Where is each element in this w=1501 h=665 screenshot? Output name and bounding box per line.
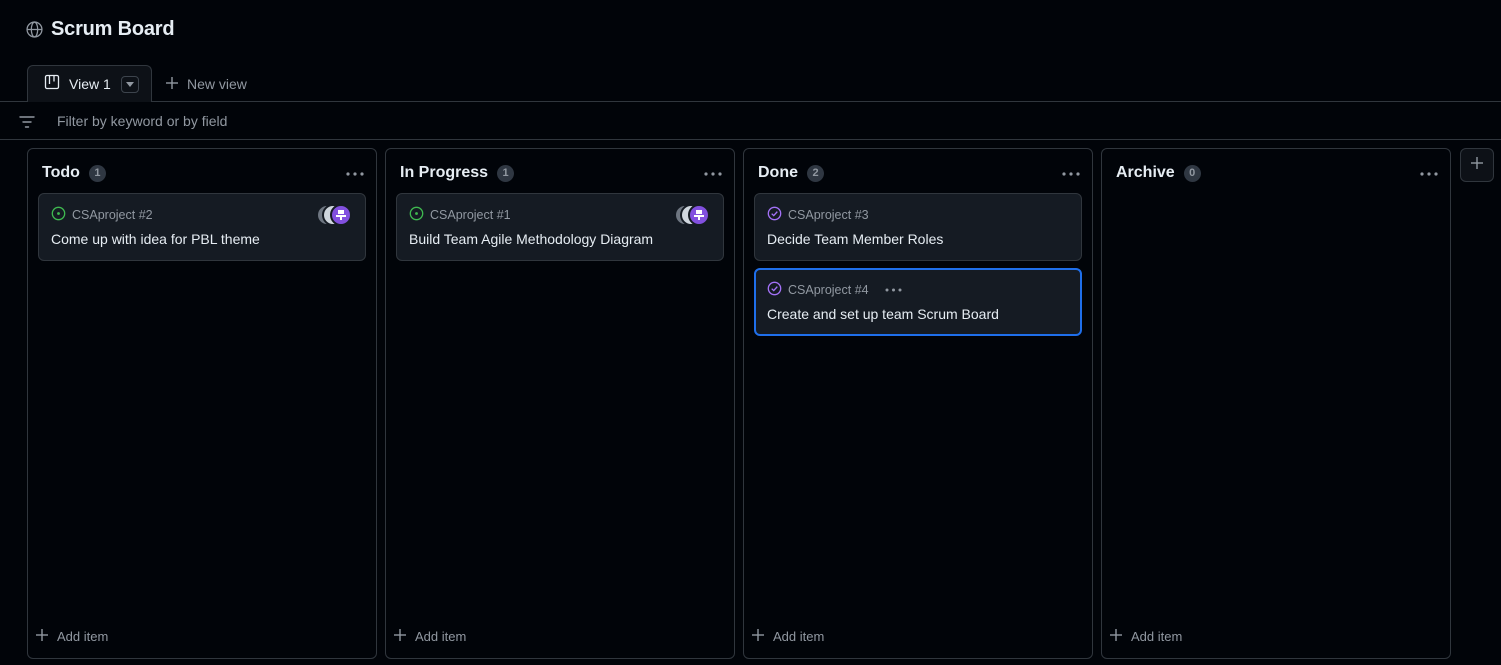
column-count-badge: 2 [807, 164, 824, 182]
column-menu-icon[interactable] [346, 163, 364, 181]
closed-issue-icon [767, 281, 782, 299]
page-header: Scrum Board [0, 0, 1501, 60]
filter-bar: Filter by keyword or by field [0, 102, 1501, 140]
add-column-button[interactable] [1460, 148, 1494, 182]
card-title[interactable]: Create and set up team Scrum Board [767, 306, 999, 322]
column-header: Archive 0 [1116, 164, 1201, 182]
plus-icon [752, 629, 764, 644]
add-item-label: Add item [57, 629, 109, 644]
add-item-button[interactable]: Add item [394, 629, 466, 644]
caret-down-icon [125, 81, 134, 87]
column-name: Archive [1116, 164, 1175, 181]
view-options-dropdown[interactable] [120, 75, 139, 93]
assignee-avatars[interactable] [674, 204, 712, 226]
filter-icon[interactable] [19, 115, 35, 133]
card-meta: CSAproject #3 [767, 206, 869, 224]
avatar [688, 204, 710, 226]
plus-icon [1110, 629, 1122, 644]
add-item-label: Add item [1131, 629, 1183, 644]
filter-input[interactable]: Filter by keyword or by field [57, 113, 227, 129]
card-ref[interactable]: CSAproject #1 [430, 208, 511, 222]
tab-view-1[interactable]: View 1 [27, 65, 152, 102]
globe-icon [26, 21, 43, 38]
column-in-progress: In Progress 1 CSAproject #1 Build Team A… [385, 148, 735, 659]
card-menu-icon[interactable] [885, 288, 902, 292]
issue-card[interactable]: CSAproject #3 Decide Team Member Roles [754, 193, 1082, 261]
column-done: Done 2 CSAproject #3 Decide Team Member … [743, 148, 1093, 659]
assignee-avatars[interactable] [316, 204, 354, 226]
card-meta: CSAproject #4 [767, 281, 902, 299]
issue-card[interactable]: CSAproject #2 Come up with idea for PBL … [38, 193, 366, 261]
card-title[interactable]: Decide Team Member Roles [767, 231, 943, 247]
card-ref[interactable]: CSAproject #4 [788, 283, 869, 297]
card-meta: CSAproject #2 [51, 206, 153, 224]
column-menu-icon[interactable] [1420, 163, 1438, 181]
new-view-button[interactable]: New view [166, 65, 247, 102]
closed-issue-icon [767, 206, 782, 224]
tab-label: View 1 [69, 76, 111, 92]
column-menu-icon[interactable] [704, 163, 722, 181]
page-title: Scrum Board [51, 18, 175, 40]
column-name: In Progress [400, 164, 489, 181]
open-issue-icon [51, 206, 66, 224]
card-title[interactable]: Build Team Agile Methodology Diagram [409, 231, 653, 247]
issue-card[interactable]: CSAproject #1 Build Team Agile Methodolo… [396, 193, 724, 261]
column-name: Todo [42, 164, 80, 181]
add-item-button[interactable]: Add item [36, 629, 108, 644]
column-archive: Archive 0 Add item [1101, 148, 1451, 659]
board-icon [44, 74, 60, 95]
column-header: Done 2 [758, 164, 824, 182]
plus-icon [1471, 156, 1483, 174]
plus-icon [166, 76, 178, 92]
plus-icon [36, 629, 48, 644]
add-item-label: Add item [415, 629, 467, 644]
column-count-badge: 1 [497, 164, 515, 182]
card-meta: CSAproject #1 [409, 206, 511, 224]
column-todo: Todo 1 CSAproject #2 Come up with idea f… [27, 148, 377, 659]
column-count-badge: 0 [1183, 164, 1201, 182]
add-item-label: Add item [773, 629, 825, 644]
new-view-label: New view [187, 75, 247, 92]
column-menu-icon[interactable] [1062, 163, 1080, 181]
plus-icon [394, 629, 406, 644]
column-header: In Progress 1 [400, 164, 515, 182]
column-name: Done [758, 164, 798, 181]
view-tabs: View 1 New view [0, 65, 1501, 102]
avatar [330, 204, 352, 226]
card-ref[interactable]: CSAproject #2 [72, 208, 153, 222]
add-item-button[interactable]: Add item [752, 629, 824, 644]
card-ref[interactable]: CSAproject #3 [788, 208, 869, 222]
card-title[interactable]: Come up with idea for PBL theme [51, 231, 260, 247]
issue-card-selected[interactable]: CSAproject #4 Create and set up team Scr… [754, 268, 1082, 336]
add-item-button[interactable]: Add item [1110, 629, 1182, 644]
column-count-badge: 1 [88, 164, 106, 182]
title-wrap: Scrum Board [26, 18, 175, 41]
column-header: Todo 1 [42, 164, 106, 182]
open-issue-icon [409, 206, 424, 224]
